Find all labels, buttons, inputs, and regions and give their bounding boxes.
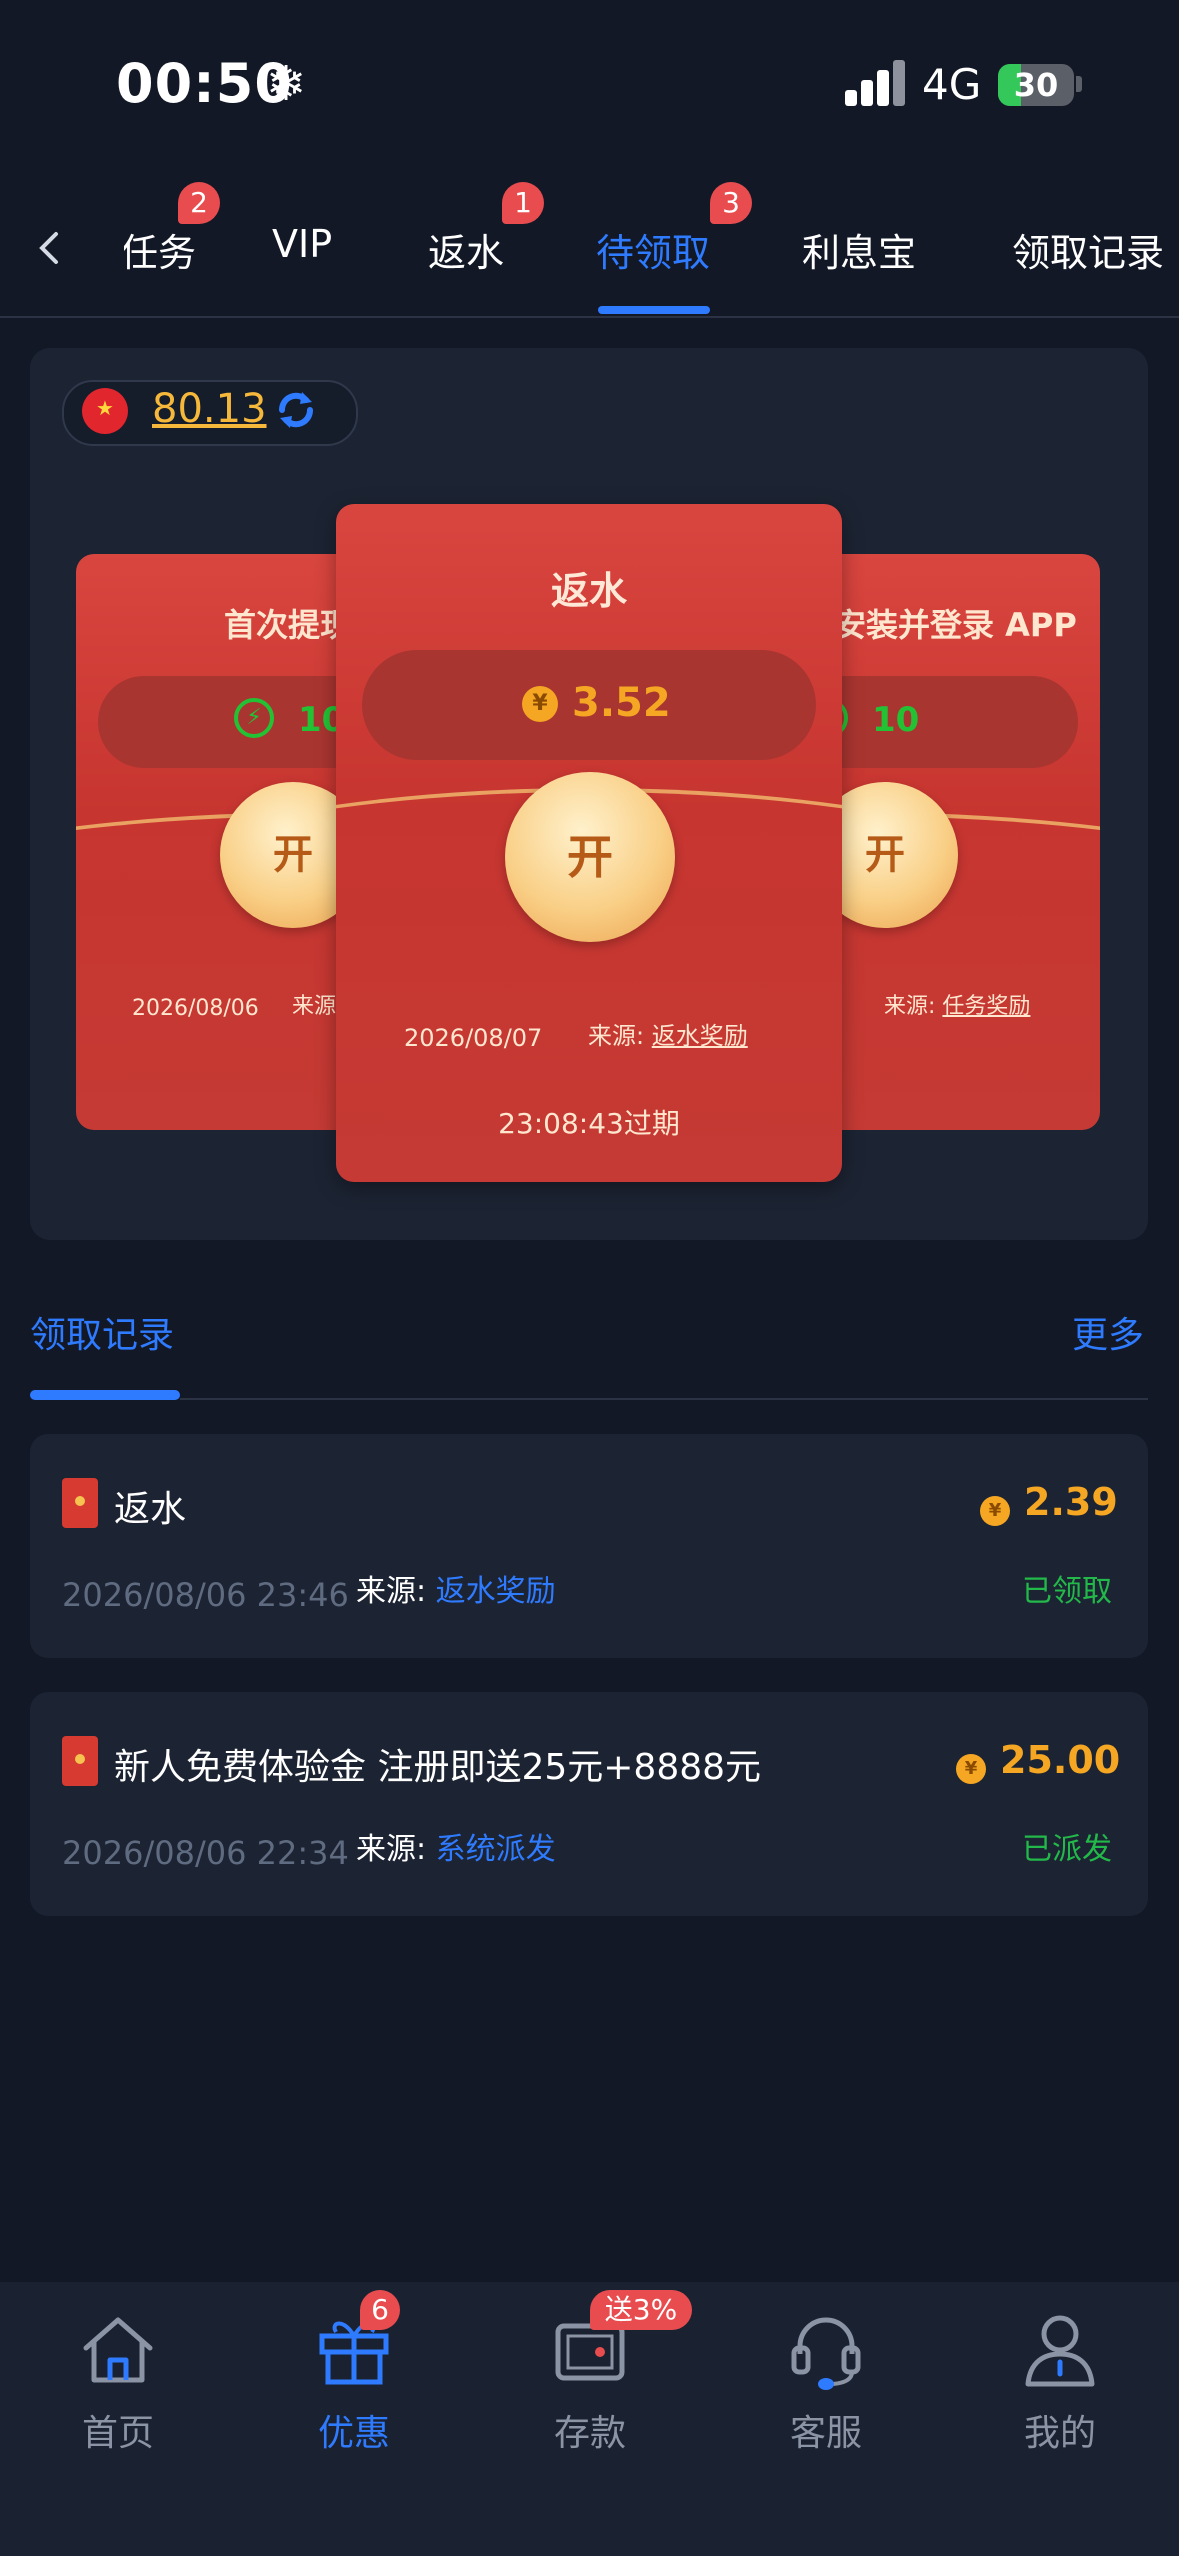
nav-promo-label: 优惠 — [317, 2413, 390, 2454]
envelope-center[interactable]: 返水 ¥ 3.52 开 2026/08/07 来源: 返水奖励 23:08:43… — [336, 504, 842, 1182]
source-link[interactable]: 返水奖励 — [436, 1574, 556, 1609]
tab-rebate-badge: 1 — [502, 182, 544, 224]
records-title[interactable]: 领取记录 — [30, 1306, 174, 1358]
record-amount-group: ¥2.39 — [980, 1480, 1118, 1526]
nav-home-label: 首页 — [81, 2413, 154, 2454]
record-source: 来源: 系统派发 — [356, 1824, 556, 1868]
record-amount-group: ¥25.00 — [956, 1738, 1120, 1784]
user-icon — [1025, 2315, 1095, 2387]
envelope-right-source: 来源: 任务奖励 — [884, 988, 1030, 1020]
record-title: 返水 — [114, 1489, 187, 1530]
record-item[interactable]: 返水 ¥2.39 2026/08/06 23:46 来源: 返水奖励 已领取 — [30, 1434, 1148, 1658]
tab-active-indicator — [598, 306, 710, 314]
records-more-link[interactable]: 更多 — [1072, 1306, 1144, 1358]
refresh-icon[interactable] — [272, 386, 320, 434]
nav-service[interactable]: 客服 — [756, 2290, 896, 2470]
tab-pending-badge: 3 — [710, 182, 752, 224]
tab-vip[interactable]: VIP — [272, 222, 332, 266]
record-source: 来源: 返水奖励 — [356, 1566, 556, 1610]
source-link[interactable]: 任务奖励 — [942, 994, 1030, 1019]
envelope-left-source: 来源 — [292, 994, 337, 1019]
envelope-center-title: 返水 — [550, 569, 627, 613]
envelope-center-amount: 3.52 — [572, 680, 671, 726]
envelope-center-expiry: 23:08:43过期 — [498, 1107, 680, 1140]
tab-bar: 任务 2 VIP 返水 1 待领取 3 利息宝 领取记录 — [0, 0, 1179, 320]
records-divider — [180, 1398, 1148, 1400]
coin-icon: ¥ — [956, 1753, 986, 1784]
nav-service-label: 客服 — [789, 2413, 862, 2454]
coin-icon: ¥ — [980, 1495, 1010, 1526]
envelope-left-date: 2026/08/06 — [132, 996, 259, 1021]
nav-deposit[interactable]: 存款 送3% — [520, 2290, 692, 2470]
nav-promo[interactable]: 优惠 6 — [284, 2290, 424, 2470]
headset-icon — [791, 2317, 861, 2390]
tab-interest[interactable]: 利息宝 — [802, 222, 916, 277]
record-status: 已领取 — [1022, 1574, 1112, 1609]
source-label: 来源: — [356, 1574, 427, 1609]
envelope-center-source: 来源: 返水奖励 — [588, 1016, 748, 1051]
tab-rebate[interactable]: 返水 — [428, 222, 504, 277]
coin-icon: ¥ — [522, 686, 558, 722]
nav-deposit-badge: 送3% — [590, 2290, 692, 2330]
envelope-center-open-button[interactable]: 开 — [505, 772, 675, 942]
nav-mine-label: 我的 — [1023, 2413, 1096, 2454]
bolt-icon: ⚡ — [234, 698, 274, 738]
source-label: 来源: — [356, 1832, 427, 1867]
envelope-center-date: 2026/08/07 — [404, 1024, 543, 1052]
envelope-center-amount-bar: ¥ 3.52 — [362, 650, 816, 760]
tab-tasks-badge: 2 — [178, 182, 220, 224]
envelope-right-amount: 10 — [872, 700, 920, 740]
tab-pending[interactable]: 待领取 — [596, 222, 710, 277]
record-status: 已派发 — [1022, 1832, 1112, 1867]
tab-tasks[interactable]: 任务 — [124, 222, 196, 277]
home-icon — [83, 2317, 153, 2383]
records-active-indicator — [30, 1390, 180, 1400]
record-title: 新人免费体验金 注册即送25元+8888元 — [114, 1747, 762, 1788]
tab-divider — [0, 316, 1179, 318]
nav-mine[interactable]: 我的 — [990, 2290, 1130, 2470]
record-amount: 25.00 — [1000, 1738, 1121, 1782]
red-envelope-icon — [62, 1736, 98, 1786]
record-date: 2026/08/06 23:46 — [62, 1576, 349, 1614]
tab-claim-history[interactable]: 领取记录 — [1012, 222, 1164, 277]
red-envelope-icon — [62, 1478, 98, 1528]
nav-home[interactable]: 首页 — [48, 2290, 188, 2470]
record-item[interactable]: 新人免费体验金 注册即送25元+8888元 ¥25.00 2026/08/06 … — [30, 1692, 1148, 1916]
envelope-left-title: 首次提现 — [224, 606, 353, 644]
source-label: 来源: — [588, 1022, 645, 1050]
nav-deposit-label: 存款 — [553, 2413, 626, 2454]
record-date: 2026/08/06 22:34 — [62, 1834, 349, 1872]
source-link[interactable]: 系统派发 — [436, 1832, 556, 1867]
balance-value[interactable]: 80.13 — [152, 386, 267, 432]
record-amount: 2.39 — [1024, 1480, 1118, 1524]
source-label: 来源: — [884, 994, 936, 1019]
envelope-right-title: 安装并登录 APP — [834, 606, 1077, 644]
source-link[interactable]: 返水奖励 — [652, 1022, 748, 1050]
china-flag-icon: ★ — [82, 388, 128, 434]
nav-promo-badge: 6 — [360, 2290, 400, 2330]
